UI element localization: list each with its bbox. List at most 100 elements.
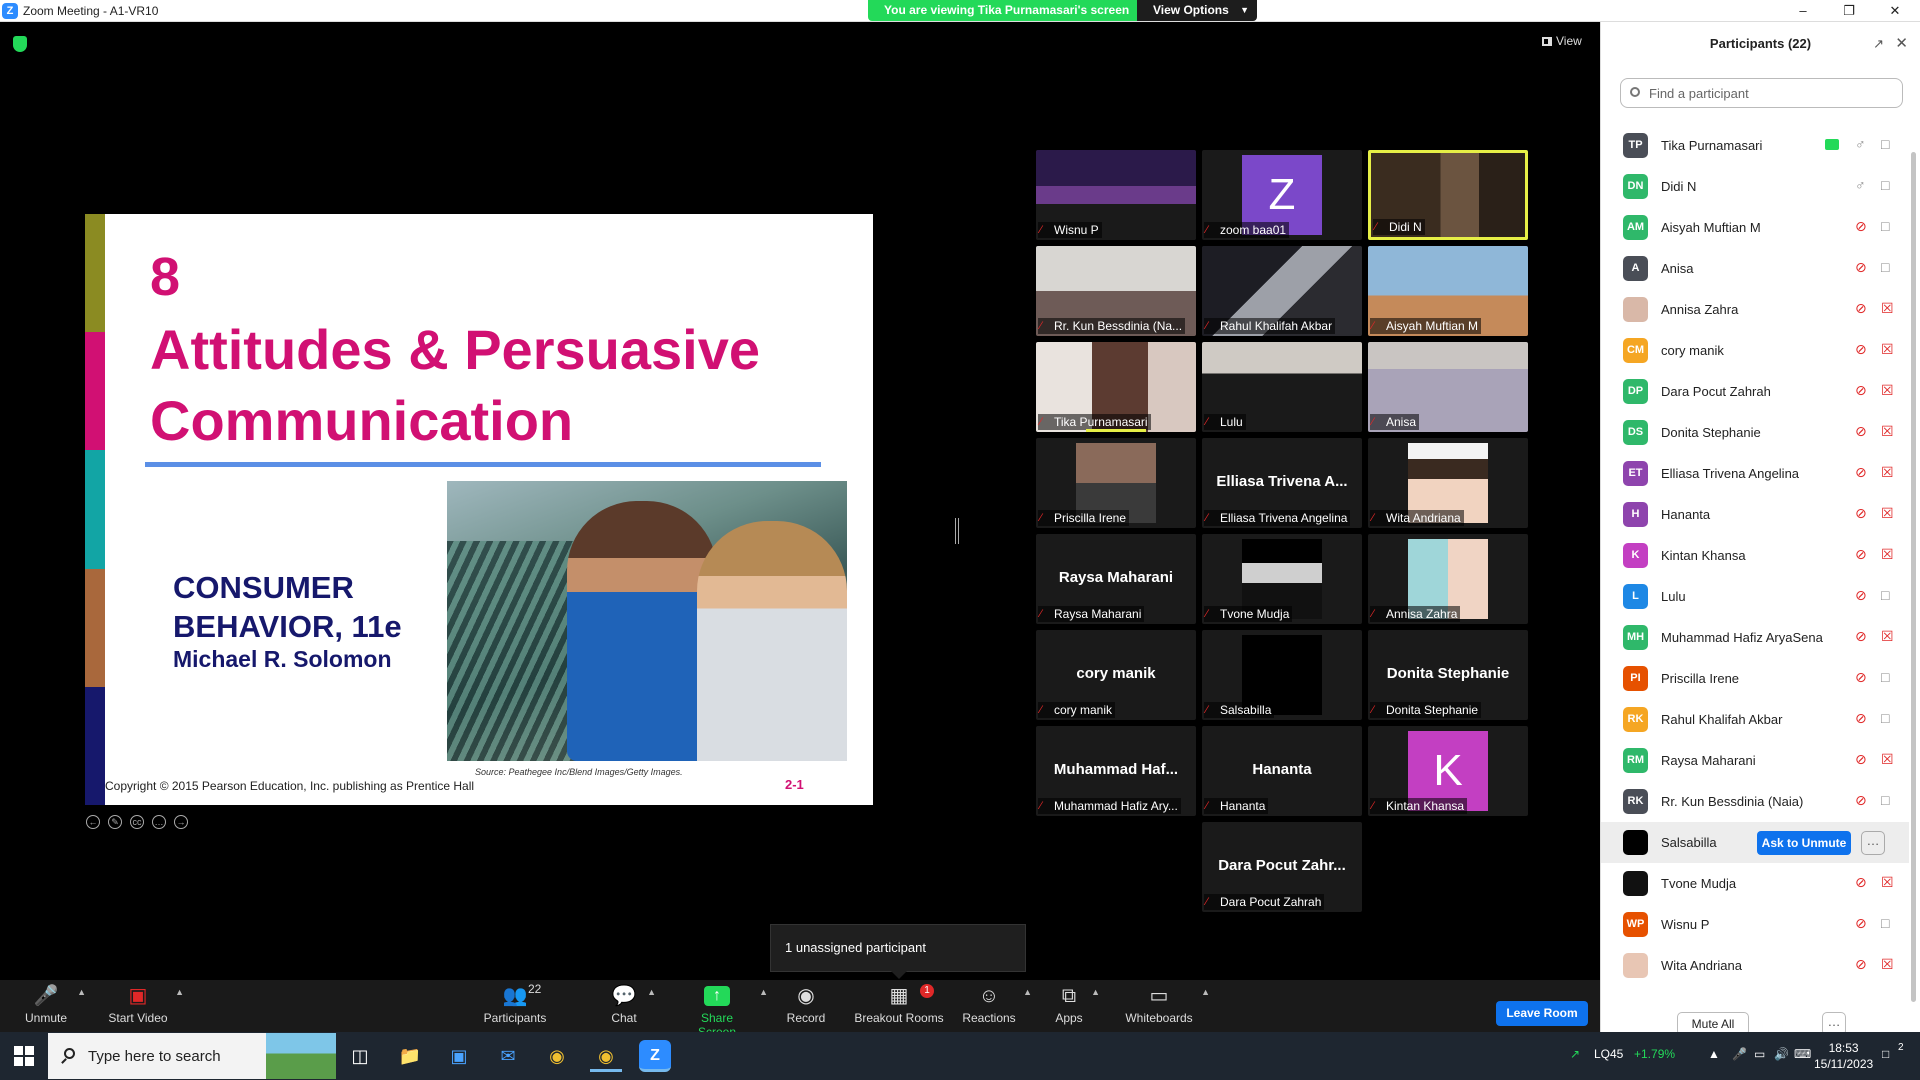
taskbar-clock[interactable]: 18:53 15/11/2023	[1814, 1040, 1873, 1072]
video-tile-rr-kun-bessdinia-na[interactable]: ∕ Rr. Kun Bessdinia (Na...	[1036, 246, 1196, 336]
camera-icon[interactable]: □	[1881, 177, 1889, 193]
video-tile-dara-pocut-zahrah[interactable]: Dara Pocut Zahr... ∕ Dara Pocut Zahrah	[1202, 822, 1362, 912]
tray-mic-icon[interactable]: 🎤	[1732, 1047, 1747, 1061]
participant-row[interactable]: DN Didi N ♂ □	[1601, 166, 1909, 207]
video-tile-annisa-zahra[interactable]: ∕ Annisa Zahra	[1368, 534, 1528, 624]
windows-start-icon[interactable]	[14, 1046, 34, 1066]
video-tile-wisnu-p[interactable]: ∕ Wisnu P	[1036, 150, 1196, 240]
microphone-muted-icon[interactable]: ⊘	[1855, 792, 1867, 809]
audio-options-caret[interactable]: ▲	[77, 987, 86, 997]
participant-row[interactable]: WP Wisnu P ⊘ □	[1601, 904, 1909, 945]
leave-room-button[interactable]: Leave Room	[1496, 1001, 1588, 1026]
chrome-profile-icon[interactable]: ◉	[590, 1040, 622, 1072]
prev-slide-icon[interactable]: ←	[86, 815, 100, 829]
video-tile-kintan-khansa[interactable]: K ∕ Kintan Khansa	[1368, 726, 1528, 816]
camera-off-icon[interactable]: ☒	[1881, 341, 1894, 358]
participant-search-input[interactable]	[1649, 84, 1889, 102]
zoom-taskbar-icon[interactable]: Z	[639, 1040, 671, 1072]
participant-row[interactable]: TP Tika Purnamasari ♂ □	[1601, 125, 1909, 166]
camera-off-icon[interactable]: ☒	[1881, 956, 1894, 973]
breakout-rooms-button[interactable]: ▦ 1 Breakout Rooms	[854, 980, 944, 1032]
microphone-muted-icon[interactable]: ⊘	[1855, 341, 1867, 358]
participant-list-scrollbar[interactable]	[1911, 122, 1917, 1007]
video-tile-tvone-mudja[interactable]: ∕ Tvone Mudja	[1202, 534, 1362, 624]
video-tile-salsabilla[interactable]: ∕ Salsabilla	[1202, 630, 1362, 720]
microphone-muted-icon[interactable]: ⊘	[1855, 874, 1867, 891]
camera-icon[interactable]: □	[1881, 136, 1889, 152]
camera-icon[interactable]: □	[1881, 710, 1889, 726]
participant-row[interactable]: CM cory manik ⊘ ☒	[1601, 330, 1909, 371]
participant-row[interactable]: DS Donita Stephanie ⊘ ☒	[1601, 412, 1909, 453]
video-tile-hananta[interactable]: Hananta ∕ Hananta	[1202, 726, 1362, 816]
reactions-button[interactable]: ☺ Reactions ▲	[962, 980, 1032, 1032]
camera-off-icon[interactable]: ☒	[1881, 382, 1894, 399]
taskbar-search[interactable]: Type here to search	[48, 1033, 336, 1079]
microphone-muted-icon[interactable]: ⊘	[1855, 587, 1867, 604]
apps-caret[interactable]: ▲	[1091, 987, 1100, 997]
participant-row[interactable]: A Anisa ⊘ □	[1601, 248, 1909, 289]
microphone-muted-icon[interactable]: ⊘	[1855, 751, 1867, 768]
camera-icon[interactable]: □	[1881, 218, 1889, 234]
microphone-muted-icon[interactable]: ⊘	[1855, 218, 1867, 235]
microphone-muted-icon[interactable]: ⊘	[1855, 628, 1867, 645]
camera-off-icon[interactable]: ☒	[1881, 464, 1894, 481]
start-video-button[interactable]: ▣ Start Video ▲	[108, 980, 184, 1032]
participant-row[interactable]: Wita Andriana ⊘ ☒	[1601, 945, 1909, 986]
video-tile-lulu[interactable]: ∕ Lulu	[1202, 342, 1362, 432]
captions-icon[interactable]: cc	[130, 815, 144, 829]
camera-icon[interactable]: □	[1881, 587, 1889, 603]
video-tile-cory-manik[interactable]: cory manik ∕ cory manik	[1036, 630, 1196, 720]
file-explorer-icon[interactable]: 📁	[394, 1040, 426, 1072]
participant-more-button[interactable]: …	[1861, 831, 1885, 855]
participant-row[interactable]: Salsabilla Ask to Unmute…	[1601, 822, 1909, 863]
ask-to-unmute-button[interactable]: Ask to Unmute	[1757, 831, 1851, 855]
camera-icon[interactable]: □	[1881, 915, 1889, 931]
video-tile-aisyah-muftian-m[interactable]: ∕ Aisyah Muftian M	[1368, 246, 1528, 336]
apps-button[interactable]: ⧉ Apps ▲	[1054, 980, 1100, 1032]
video-tile-anisa[interactable]: ∕ Anisa	[1368, 342, 1528, 432]
unmute-button[interactable]: 🎤 Unmute ▲	[22, 980, 86, 1032]
participant-row[interactable]: Tvone Mudja ⊘ ☒	[1601, 863, 1909, 904]
camera-off-icon[interactable]: ☒	[1881, 751, 1894, 768]
participant-row[interactable]: Annisa Zahra ⊘ ☒	[1601, 289, 1909, 330]
microphone-muted-icon[interactable]: ⊘	[1855, 259, 1867, 276]
participant-row[interactable]: K Kintan Khansa ⊘ ☒	[1601, 535, 1909, 576]
video-tile-wita-andriana[interactable]: ∕ Wita Andriana	[1368, 438, 1528, 528]
pen-icon[interactable]: ✎	[108, 815, 122, 829]
close-panel-icon[interactable]: ✕	[1895, 34, 1908, 52]
microphone-muted-icon[interactable]: ⊘	[1855, 669, 1867, 686]
microphone-muted-icon[interactable]: ⊘	[1855, 915, 1867, 932]
video-tile-zoom-baa01[interactable]: Z ∕ zoom baa01	[1202, 150, 1362, 240]
participant-row[interactable]: RK Rr. Kun Bessdinia (Naia) ⊘ □	[1601, 781, 1909, 822]
participant-search[interactable]	[1620, 78, 1903, 108]
task-view-icon[interactable]: ◫	[344, 1040, 376, 1072]
camera-off-icon[interactable]: ☒	[1881, 874, 1894, 891]
camera-icon[interactable]: □	[1881, 669, 1889, 685]
video-tile-elliasa-trivena-angelina[interactable]: Elliasa Trivena A... ∕ Elliasa Trivena Ang…	[1202, 438, 1362, 528]
security-shield-icon[interactable]	[13, 36, 27, 52]
participant-row[interactable]: L Lulu ⊘ □	[1601, 576, 1909, 617]
participant-row[interactable]: H Hananta ⊘ ☒	[1601, 494, 1909, 535]
video-options-caret[interactable]: ▲	[175, 987, 184, 997]
restore-icon[interactable]: ❐	[1826, 0, 1872, 22]
view-options-button[interactable]: View Options ▼	[1137, 0, 1257, 21]
camera-icon[interactable]: □	[1881, 792, 1889, 808]
camera-off-icon[interactable]: ☒	[1881, 423, 1894, 440]
more-icon[interactable]: …	[152, 815, 166, 829]
whiteboards-button[interactable]: ▭ Whiteboards ▲	[1124, 980, 1210, 1032]
input-method-icon[interactable]: ⌨	[1794, 1047, 1811, 1061]
video-tile-muhammad-hafiz-ary[interactable]: Muhammad Haf... ∕ Muhammad Hafiz Ary...	[1036, 726, 1196, 816]
chat-button[interactable]: 💬 Chat ▲	[608, 980, 656, 1032]
video-tile-didi-n[interactable]: ∕ Didi N	[1368, 150, 1528, 240]
camera-off-icon[interactable]: ☒	[1881, 628, 1894, 645]
popout-icon[interactable]: ↗	[1873, 36, 1884, 52]
participant-row[interactable]: DP Dara Pocut Zahrah ⊘ ☒	[1601, 371, 1909, 412]
network-icon[interactable]: ▭	[1754, 1047, 1765, 1061]
split-divider-handle[interactable]	[955, 518, 959, 544]
share-options-caret[interactable]: ▲	[759, 987, 768, 997]
minimize-icon[interactable]: –	[1780, 0, 1826, 22]
participant-row[interactable]: RM Raysa Maharani ⊘ ☒	[1601, 740, 1909, 781]
participant-row[interactable]: ET Elliasa Trivena Angelina ⊘ ☒	[1601, 453, 1909, 494]
tray-expand-icon[interactable]: ▲	[1708, 1047, 1720, 1061]
record-button[interactable]: ◉ Record	[786, 980, 826, 1032]
